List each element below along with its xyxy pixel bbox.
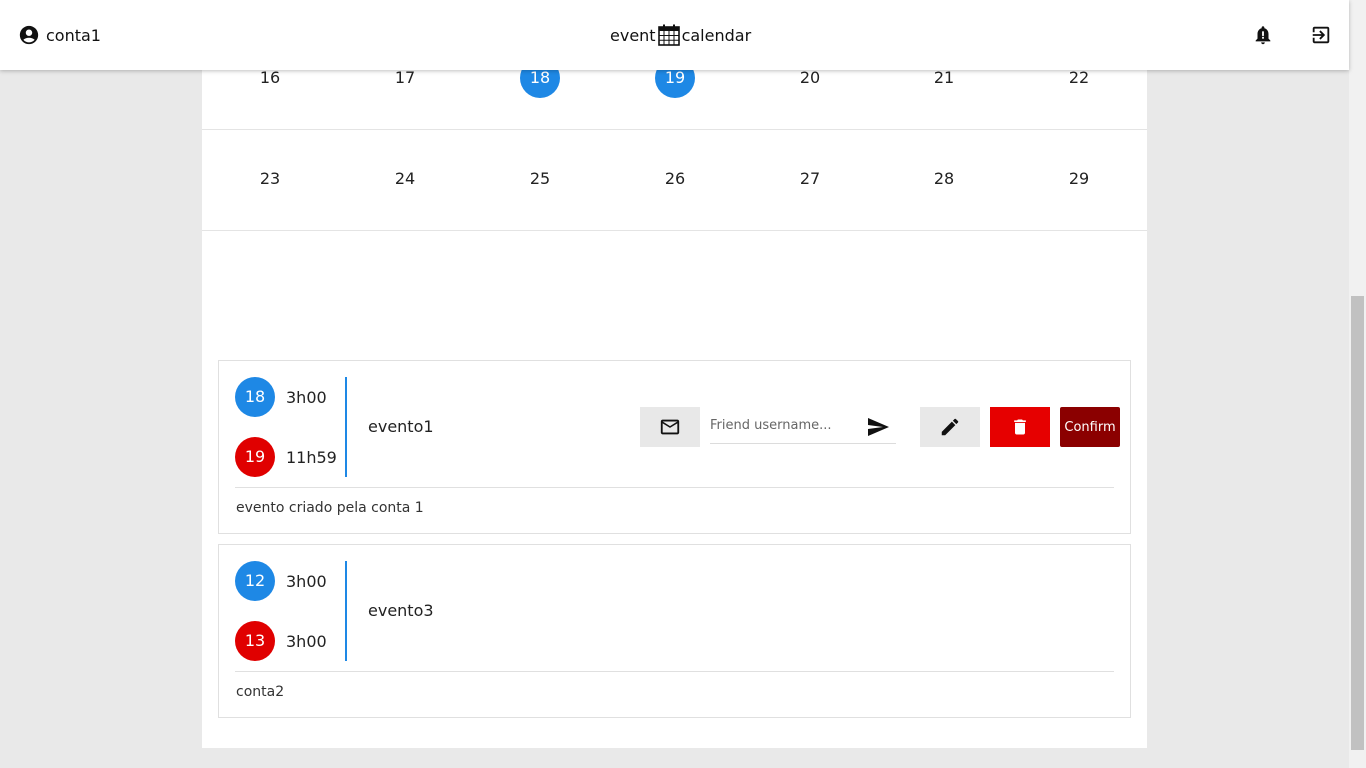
event-separator: [235, 671, 1114, 672]
send-icon: [868, 418, 889, 436]
start-day-badge: 18: [235, 377, 275, 417]
logout-icon: [1312, 26, 1330, 44]
invite-mail-button[interactable]: [640, 407, 700, 447]
calendar-day[interactable]: 28: [924, 159, 964, 199]
event-description: conta2: [236, 684, 285, 700]
start-time: 3h00: [286, 572, 327, 591]
top-navbar: conta1 event calendar: [0, 0, 1349, 70]
scrollbar-thumb[interactable]: [1351, 296, 1364, 750]
user-menu[interactable]: conta1: [18, 24, 101, 46]
event-card[interactable]: 18 3h00 19 11h59 evento1 Confirm: [218, 360, 1131, 534]
notifications-button[interactable]: [1252, 24, 1274, 46]
calendar-day[interactable]: 29: [1059, 159, 1099, 199]
calendar-day[interactable]: 27: [790, 159, 830, 199]
calendar-day[interactable]: 25: [520, 159, 560, 199]
event-divider: [345, 561, 347, 661]
event-divider: [345, 377, 347, 477]
end-day-badge: 19: [235, 437, 275, 477]
trash-icon: [1014, 419, 1026, 435]
end-time: 11h59: [286, 448, 337, 467]
send-invite-button[interactable]: [864, 413, 892, 441]
delete-event-button[interactable]: [990, 407, 1050, 447]
event-title: evento3: [368, 601, 434, 620]
brand-text-right: calendar: [681, 25, 752, 45]
event-card[interactable]: 12 3h00 13 3h00 evento3 conta2: [218, 544, 1131, 718]
end-time: 3h00: [286, 632, 327, 651]
calendar-card: 16 17 18 19 20 21 22 23 24 25 26 27 28 2…: [202, 0, 1147, 748]
end-day-badge: 13: [235, 621, 275, 661]
brand-logo[interactable]: event calendar: [610, 22, 751, 48]
calendar-icon: [657, 24, 680, 46]
start-day-badge: 12: [235, 561, 275, 601]
event-description: evento criado pela conta 1: [236, 500, 424, 516]
calendar-day[interactable]: 24: [385, 159, 425, 199]
logout-button[interactable]: [1310, 24, 1332, 46]
mail-icon: [660, 419, 680, 435]
start-time: 3h00: [286, 388, 327, 407]
confirm-button[interactable]: Confirm: [1060, 407, 1120, 447]
event-title: evento1: [368, 417, 434, 436]
brand-text-left: event: [610, 25, 656, 45]
username-label: conta1: [46, 25, 101, 45]
account-circle-icon: [19, 25, 39, 45]
pencil-icon: [941, 418, 959, 436]
edit-event-button[interactable]: [920, 407, 980, 447]
bell-icon: [1255, 26, 1271, 45]
calendar-week-row: 23 24 25 26 27 28 29: [202, 129, 1147, 231]
calendar-day[interactable]: 23: [250, 159, 290, 199]
calendar-day[interactable]: 26: [655, 159, 695, 199]
event-separator: [235, 487, 1114, 488]
